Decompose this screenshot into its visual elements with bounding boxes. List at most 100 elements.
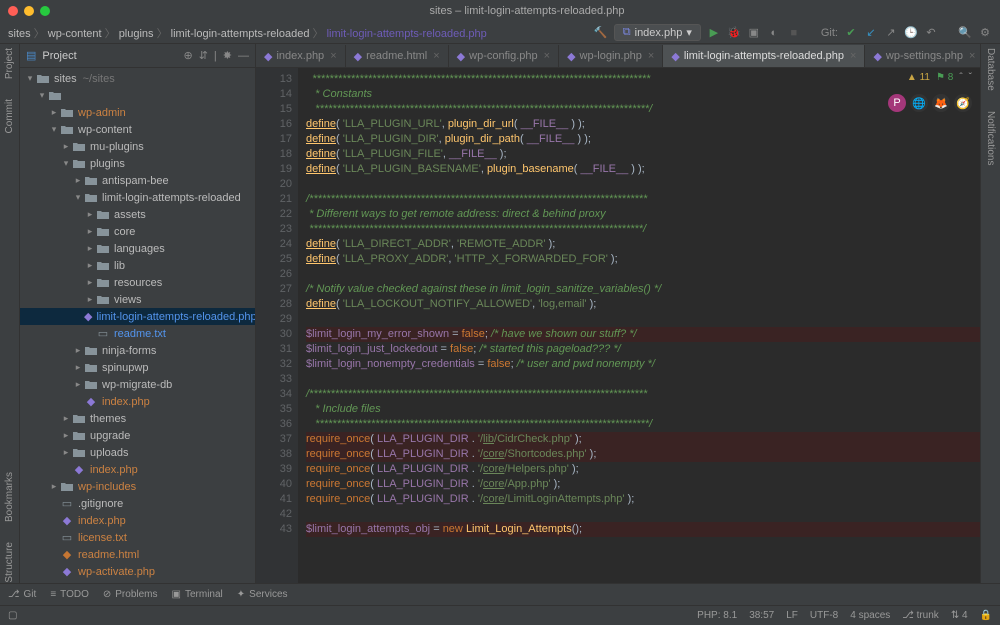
line-number[interactable]: 41: [256, 492, 292, 507]
tree-item[interactable]: ▾: [20, 87, 255, 104]
status-tool-icon[interactable]: ▢: [8, 610, 17, 621]
line-number[interactable]: 21: [256, 192, 292, 207]
tree-arrow[interactable]: ▾: [48, 124, 60, 135]
code-line[interactable]: ****************************************…: [306, 417, 980, 432]
line-number[interactable]: 26: [256, 267, 292, 282]
tree-arrow[interactable]: ▾: [60, 158, 72, 169]
tree-item[interactable]: ◆readme.html: [20, 546, 255, 563]
tree-item[interactable]: ◆index.php: [20, 512, 255, 529]
line-number[interactable]: 42: [256, 507, 292, 522]
tool-notifications[interactable]: Notifications: [985, 111, 996, 165]
git-update-icon[interactable]: ↙: [864, 26, 878, 40]
line-number[interactable]: 14: [256, 87, 292, 102]
line-number[interactable]: 17: [256, 132, 292, 147]
tree-arrow[interactable]: ▸: [48, 481, 60, 492]
close-icon[interactable]: ×: [544, 50, 550, 62]
search-icon[interactable]: 🔍: [958, 26, 972, 40]
line-number[interactable]: 31: [256, 342, 292, 357]
tree-item[interactable]: ▸resources: [20, 274, 255, 291]
code-line[interactable]: define( 'LLA_DIRECT_ADDR', 'REMOTE_ADDR'…: [306, 237, 980, 252]
build-icon[interactable]: 🔨: [594, 26, 608, 40]
run-config-selector[interactable]: ⧉ index.php ▾: [614, 24, 701, 41]
line-number[interactable]: 32: [256, 357, 292, 372]
code-line[interactable]: $limit_login_my_error_shown = false; /* …: [306, 327, 980, 342]
tree-arrow[interactable]: ▸: [72, 175, 84, 186]
code-line[interactable]: define( 'LLA_PLUGIN_URL', plugin_dir_url…: [306, 117, 980, 132]
line-number[interactable]: 20: [256, 177, 292, 192]
line-number[interactable]: 16: [256, 117, 292, 132]
code-line[interactable]: define( 'LLA_LOCKOUT_NOTIFY_ALLOWED', 'l…: [306, 297, 980, 312]
code-line[interactable]: [306, 312, 980, 327]
tool-project[interactable]: Project: [4, 48, 15, 79]
git-push-icon[interactable]: ↗: [884, 26, 898, 40]
git-rollback-icon[interactable]: ↶: [924, 26, 938, 40]
code-line[interactable]: define( 'LLA_PLUGIN_BASENAME', plugin_ba…: [306, 162, 980, 177]
code-line[interactable]: * Include files: [306, 402, 980, 417]
code-line[interactable]: /* Notify value checked against these in…: [306, 282, 980, 297]
tree-arrow[interactable]: ▸: [84, 277, 96, 288]
tree-item[interactable]: ▸mu-plugins: [20, 138, 255, 155]
code-line[interactable]: define( 'LLA_PLUGIN_FILE', __FILE__ );: [306, 147, 980, 162]
file-tree[interactable]: ▾sites~/sites▾▸wp-admin▾wp-content▸mu-pl…: [20, 68, 255, 583]
coverage-icon[interactable]: ▣: [747, 26, 761, 40]
tool-services[interactable]: ✦ Services: [237, 589, 288, 600]
lock-icon[interactable]: 🔒: [980, 610, 992, 621]
tree-arrow[interactable]: ▸: [60, 447, 72, 458]
line-number[interactable]: 19: [256, 162, 292, 177]
breadcrumb-item[interactable]: limit-login-attempts-reloaded: [171, 28, 310, 40]
tree-item[interactable]: ▾limit-login-attempts-reloaded: [20, 189, 255, 206]
tree-item[interactable]: ▸wp-migrate-db: [20, 376, 255, 393]
tree-item[interactable]: ▸ninja-forms: [20, 342, 255, 359]
gear-icon[interactable]: ✸: [223, 49, 232, 62]
tree-item[interactable]: ◆index.php: [20, 393, 255, 410]
breadcrumb-item[interactable]: wp-content: [48, 28, 102, 40]
tree-item[interactable]: ◆wp-activate.php: [20, 563, 255, 580]
code-line[interactable]: $limit_login_just_lockedout = false; /* …: [306, 342, 980, 357]
chevron-down-icon[interactable]: ˇ: [969, 72, 972, 83]
tree-item[interactable]: ▸spinupwp: [20, 359, 255, 376]
tree-arrow[interactable]: ▾: [36, 90, 48, 101]
locate-icon[interactable]: ⊕: [183, 49, 192, 62]
line-number[interactable]: 33: [256, 372, 292, 387]
close-icon[interactable]: ×: [648, 50, 654, 62]
line-number[interactable]: 18: [256, 147, 292, 162]
tool-bookmarks[interactable]: Bookmarks: [4, 472, 15, 522]
tree-item[interactable]: ▸antispam-bee: [20, 172, 255, 189]
breadcrumb-item[interactable]: plugins: [119, 28, 154, 40]
close-window[interactable]: [8, 6, 18, 16]
status-sync[interactable]: ⇅ 4: [951, 610, 968, 621]
line-number[interactable]: 36: [256, 417, 292, 432]
editor-tab[interactable]: ◆wp-settings.php×: [865, 45, 980, 67]
tree-item[interactable]: ▾plugins: [20, 155, 255, 172]
line-number[interactable]: 38: [256, 447, 292, 462]
minimize-window[interactable]: [24, 6, 34, 16]
code-line[interactable]: require_once( LLA_PLUGIN_DIR . '/core/He…: [306, 462, 980, 477]
line-number[interactable]: 27: [256, 282, 292, 297]
tree-item[interactable]: ▸core: [20, 223, 255, 240]
tool-structure[interactable]: Structure: [4, 542, 15, 583]
code-line[interactable]: ****************************************…: [306, 72, 980, 87]
hide-icon[interactable]: —: [238, 50, 249, 62]
tool-commit[interactable]: Commit: [4, 99, 15, 133]
breadcrumb-item[interactable]: sites: [8, 28, 31, 40]
line-number[interactable]: 22: [256, 207, 292, 222]
status-encoding[interactable]: UTF-8: [810, 610, 838, 621]
status-php[interactable]: PHP: 8.1: [697, 610, 737, 621]
line-number[interactable]: 43: [256, 522, 292, 537]
line-number[interactable]: 13: [256, 72, 292, 87]
tree-arrow[interactable]: ▸: [60, 430, 72, 441]
code-line[interactable]: define( 'LLA_PLUGIN_DIR', plugin_dir_pat…: [306, 132, 980, 147]
line-gutter[interactable]: 1314151617181920212223242526272829303132…: [256, 68, 298, 583]
code-line[interactable]: ****************************************…: [306, 222, 980, 237]
editor-tab[interactable]: ◆wp-login.php×: [559, 45, 663, 67]
tree-arrow[interactable]: ▸: [60, 141, 72, 152]
run-icon[interactable]: ▶: [707, 26, 721, 40]
maximize-window[interactable]: [40, 6, 50, 16]
tree-arrow[interactable]: ▸: [84, 260, 96, 271]
line-number[interactable]: 35: [256, 402, 292, 417]
tree-arrow[interactable]: ▸: [84, 226, 96, 237]
line-number[interactable]: 39: [256, 462, 292, 477]
status-line-sep[interactable]: LF: [786, 610, 798, 621]
safari-icon[interactable]: 🧭: [954, 94, 972, 112]
code-area[interactable]: ****************************************…: [298, 68, 980, 583]
